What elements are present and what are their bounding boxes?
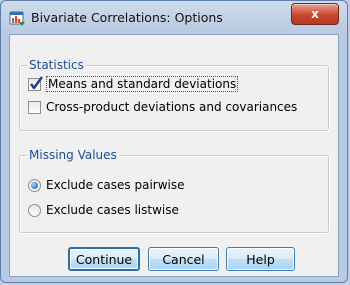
cross-product-checkbox[interactable] [28,100,41,114]
cross-product-option[interactable]: Cross-product deviations and covariances [28,100,297,114]
cross-product-label: Cross-product deviations and covariances [46,100,298,114]
pairwise-label: Exclude cases pairwise [46,178,185,192]
close-icon: x [311,7,319,21]
cancel-button[interactable]: Cancel [148,247,219,271]
checkmark-icon [30,75,43,89]
help-button[interactable]: Help [226,247,295,271]
pairwise-radio[interactable] [28,178,41,192]
app-icon [9,10,26,27]
window-title: Bivariate Correlations: Options [31,10,223,25]
statistics-legend: Statistics [27,57,86,73]
radio-selected-dot [31,181,38,189]
listwise-label: Exclude cases listwise [46,203,179,217]
missing-values-legend: Missing Values [27,147,119,163]
means-sd-checkbox[interactable] [28,75,43,91]
dialog-content: Statistics Means and standard deviations… [9,34,339,277]
continue-button[interactable]: Continue [68,247,140,271]
pairwise-option[interactable]: Exclude cases pairwise [28,178,185,192]
dialog-window: Bivariate Correlations: Options x Statis… [0,0,348,283]
statistics-group: Statistics Means and standard deviations… [19,57,329,131]
missing-values-group: Missing Values Exclude cases pairwise Ex… [19,147,329,233]
listwise-option[interactable]: Exclude cases listwise [28,203,179,217]
close-button[interactable]: x [291,3,339,25]
means-sd-option[interactable]: Means and standard deviations [28,75,239,92]
means-sd-label: Means and standard deviations [46,76,239,92]
listwise-radio[interactable] [28,203,41,217]
title-bar[interactable]: Bivariate Correlations: Options x [1,1,347,35]
